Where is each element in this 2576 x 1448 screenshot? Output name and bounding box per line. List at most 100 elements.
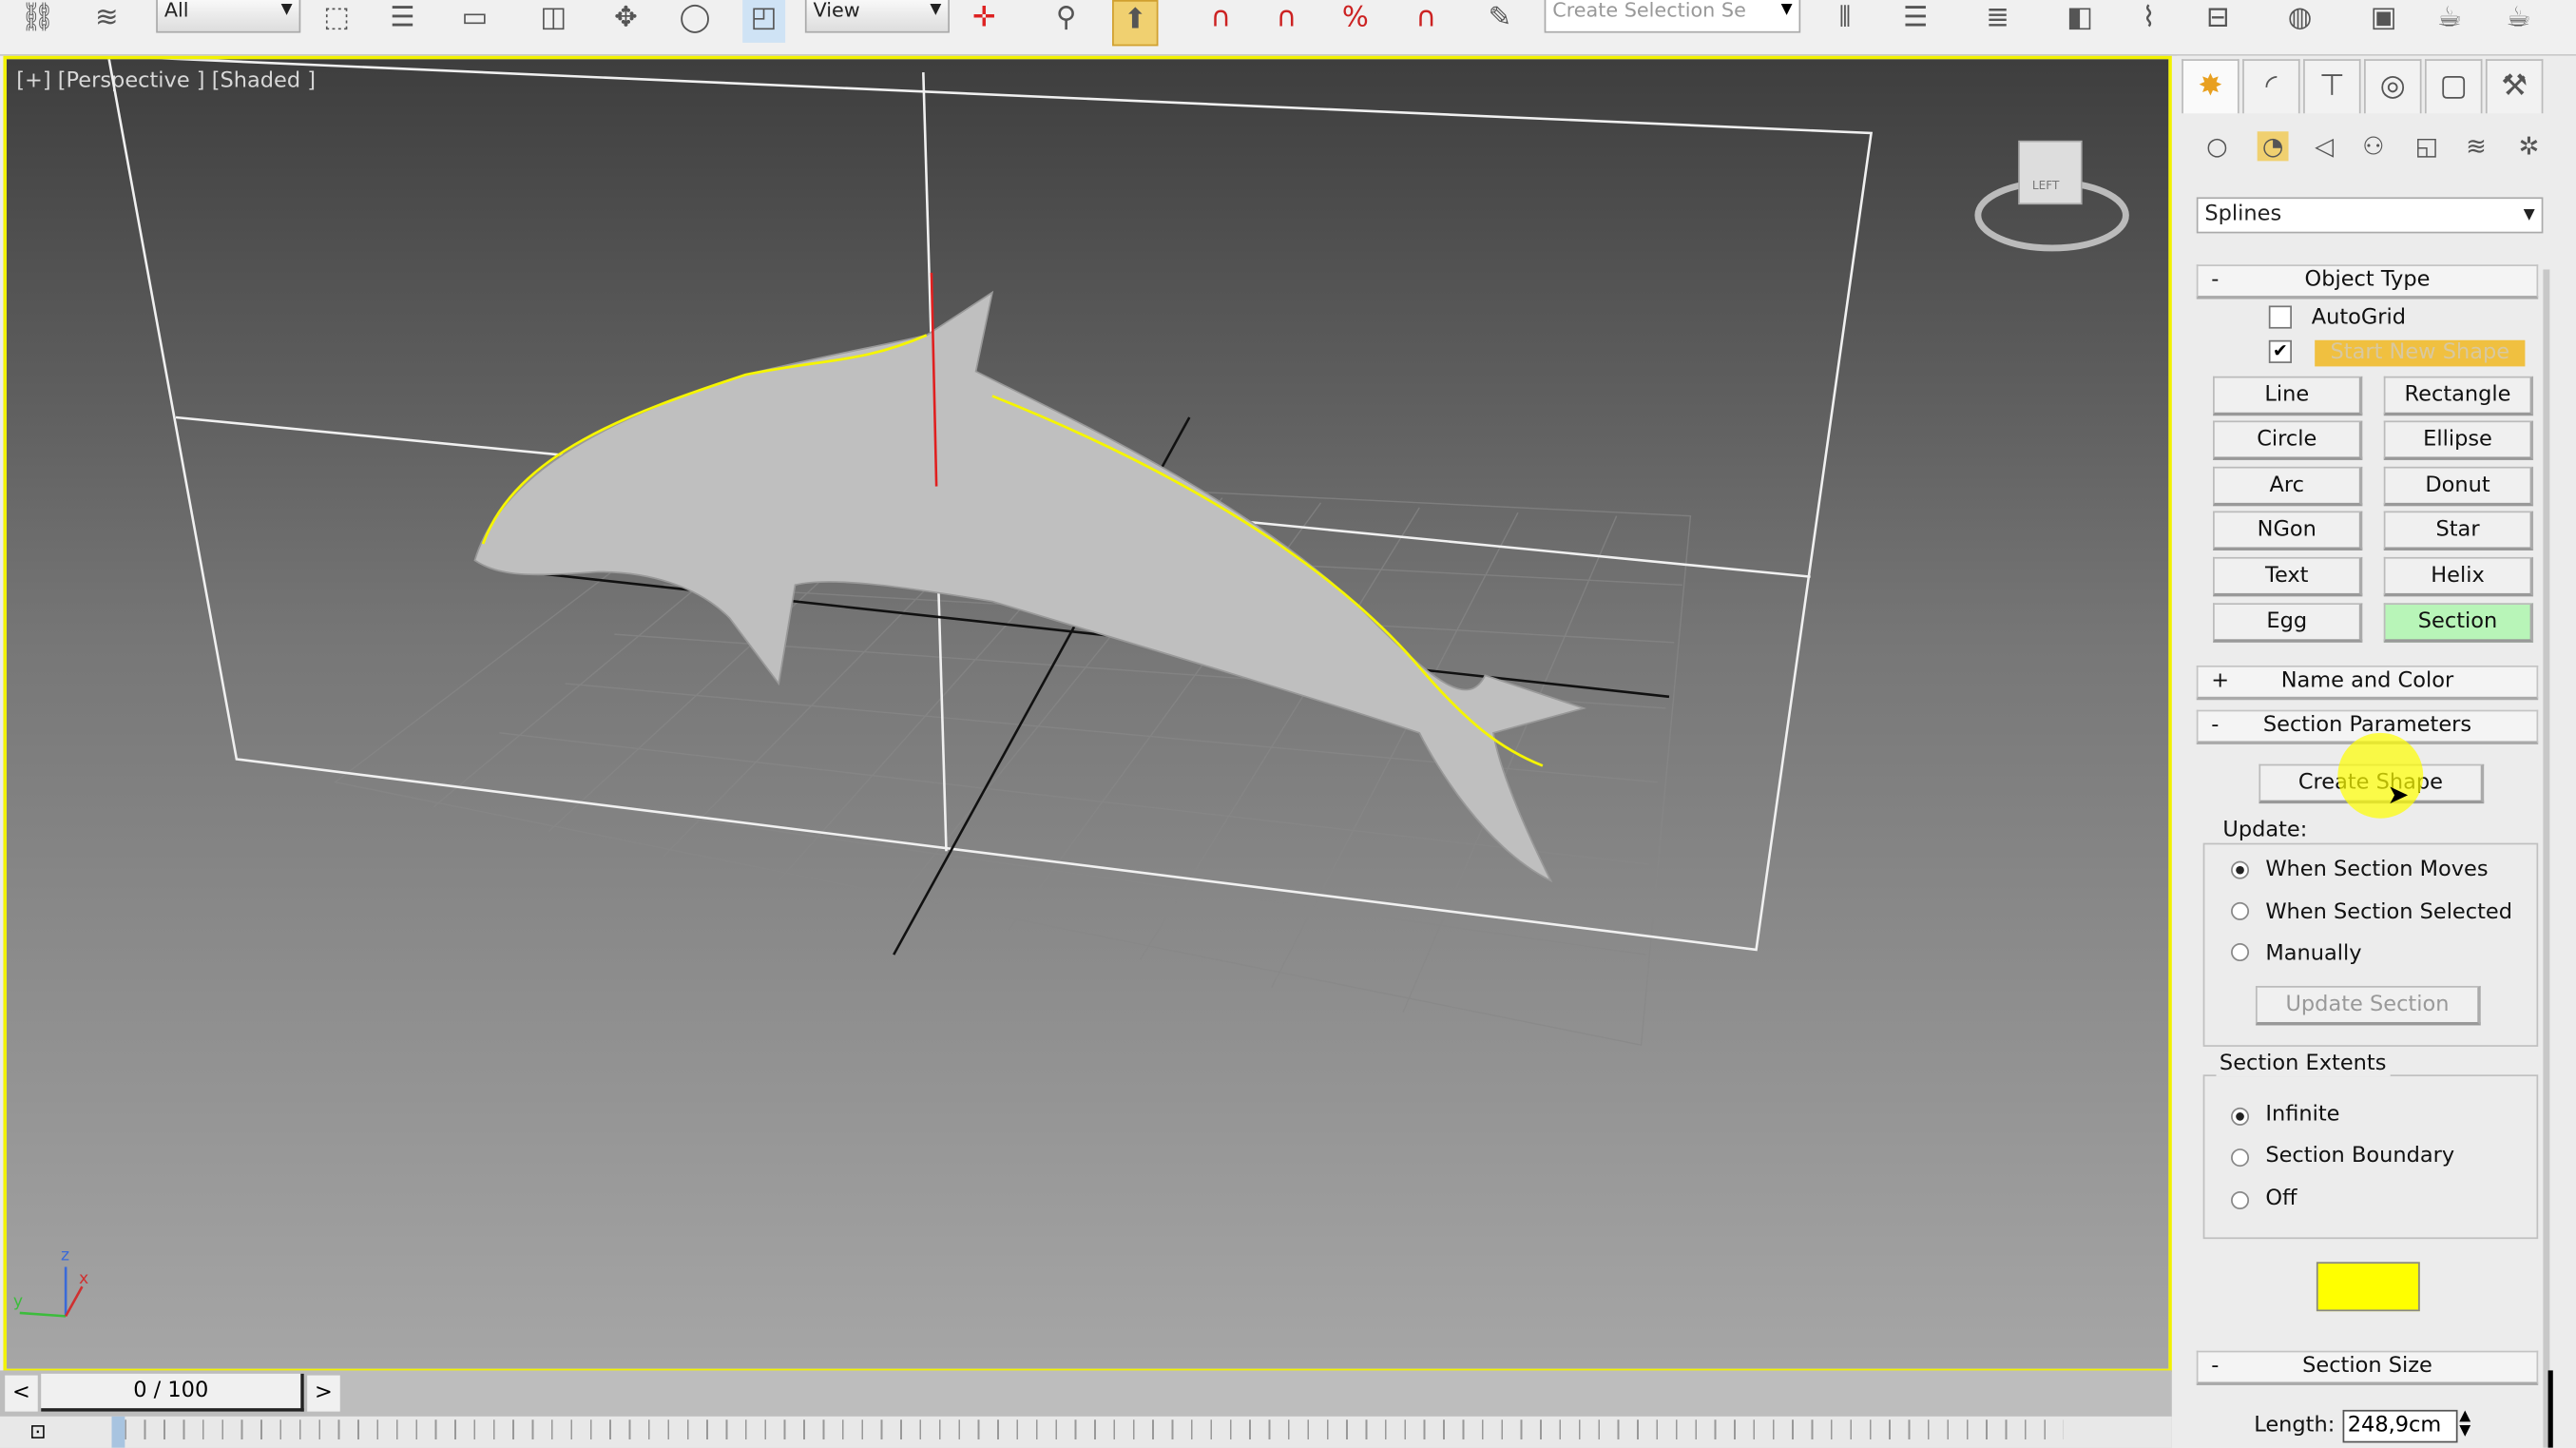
rectangle-button[interactable]: Rectangle [2383,376,2534,416]
autogrid-checkbox[interactable] [2268,305,2292,329]
category-dropdown[interactable]: Splines ▼ [2196,197,2544,234]
section-boundary-radio[interactable] [2231,1149,2250,1168]
time-slider[interactable]: 0 / 100 [41,1373,304,1412]
mouse-cursor-icon: ➤ [2387,779,2410,811]
motion-tab-icon[interactable]: ◎ [2364,59,2422,114]
object-type-rollout-header[interactable]: - Object Type [2196,264,2539,299]
angle-snap-icon[interactable]: ∩ [1265,0,1308,43]
main-toolbar: ⛓ ≋ All ▼ ⬚ ☰ ▭ ◫ ✥ ◯ ◰ View ▼ ✛ ⚲ ⬆ ∩ ∩ %… [0,0,2576,56]
infinite-radio[interactable] [2231,1107,2250,1126]
line-button[interactable]: Line [2213,376,2363,416]
schematic-view-icon[interactable]: ⊟ [2197,0,2240,43]
select-manipulate-icon[interactable]: ⚲ [1045,0,1087,43]
spinner-snap-icon[interactable]: ∩ [1405,0,1448,43]
track-bar[interactable]: ⊡ [0,1416,2172,1448]
render-icon[interactable]: ☕ [2497,0,2540,43]
off-label[interactable]: Off [2265,1187,2297,1211]
expand-icon: + [2211,668,2230,694]
ngon-button[interactable]: NGon [2213,511,2363,550]
update-label: Update: [2219,818,2311,843]
perspective-viewport[interactable]: [+] [Perspective ] [Shaded ] LEFT z y x [3,55,2172,1373]
start-new-shape-checkbox[interactable]: ✔ [2268,339,2292,363]
helix-button[interactable]: Helix [2383,556,2534,597]
modify-tab-icon[interactable]: ◜ [2242,59,2300,114]
donut-button[interactable]: Donut [2383,466,2534,507]
layer-manager-icon[interactable]: ≣ [1976,0,2019,43]
when-section-moves-label[interactable]: When Section Moves [2265,858,2488,882]
length-input[interactable]: 248,9cm [2342,1409,2458,1443]
systems-icon[interactable]: ✲ [2518,131,2539,161]
panel-scrollbar[interactable] [2543,269,2550,1448]
pivot-center-icon[interactable]: ✛ [963,0,1006,43]
next-frame-button[interactable]: > [307,1375,340,1412]
chevron-down-icon: ▼ [2523,206,2535,224]
mirror-icon[interactable]: ⫴ [1823,0,1866,43]
select-object-icon[interactable]: ⬚ [316,0,358,43]
reference-coord-dropdown[interactable]: View ▼ [804,0,950,33]
name-and-color-rollout-header[interactable]: + Name and Color [2196,665,2539,701]
scale-icon[interactable]: ◰ [742,0,786,43]
when-section-selected-label[interactable]: When Section Selected [2265,900,2512,925]
start-new-shape-button[interactable]: Start New Shape [2315,339,2526,367]
when-section-selected-radio[interactable] [2231,901,2250,920]
ellipse-button[interactable]: Ellipse [2383,420,2534,460]
scene-explorer-icon[interactable]: ◧ [2059,0,2102,43]
keyboard-shortcut-override-icon[interactable]: ⬆ [1112,0,1159,47]
utilities-tab-icon[interactable]: ⚒ [2485,59,2544,114]
section-button[interactable]: Section [2383,603,2534,643]
section-color-swatch[interactable] [2316,1262,2420,1312]
window-crossing-icon[interactable]: ◫ [532,0,575,43]
select-and-link-icon[interactable]: ⛓ [16,0,59,43]
panel-scrollbar-thumb[interactable] [2547,1370,2553,1448]
selection-filter-value: All [163,0,189,22]
when-section-moves-radio[interactable] [2231,860,2250,879]
section-boundary-label[interactable]: Section Boundary [2265,1144,2454,1168]
infinite-label[interactable]: Infinite [2265,1103,2339,1128]
prev-frame-button[interactable]: < [5,1375,38,1412]
star-button[interactable]: Star [2383,511,2534,550]
selection-filter-dropdown[interactable]: All ▼ [156,0,301,33]
viewcube-face-label[interactable]: LEFT [2032,179,2060,192]
select-by-name-icon[interactable]: ☰ [381,0,424,43]
lights-icon[interactable]: ◁ [2315,131,2334,161]
cameras-icon[interactable]: ⚇ [2362,131,2384,161]
unlink-icon[interactable]: ≋ [86,0,128,43]
axis-x-label: x [79,1269,88,1288]
text-button[interactable]: Text [2213,556,2363,597]
material-editor-icon[interactable]: ◍ [2278,0,2321,43]
move-icon[interactable]: ✥ [605,0,647,43]
section-size-rollout-header[interactable]: - Section Size [2196,1350,2539,1385]
spacewarps-icon[interactable]: ≋ [2466,131,2487,161]
snaps-toggle-icon[interactable]: ∩ [1200,0,1242,43]
axis-z-label: z [61,1246,69,1265]
arc-button[interactable]: Arc [2213,466,2363,507]
create-tab-icon[interactable]: ✸ [2182,59,2240,114]
update-section-button[interactable]: Update Section [2255,985,2481,1026]
manually-label[interactable]: Manually [2265,941,2361,966]
off-radio[interactable] [2231,1191,2250,1210]
hierarchy-tab-icon[interactable]: ⊤ [2303,59,2361,114]
rectangular-selection-icon[interactable]: ▭ [453,0,496,43]
manually-radio[interactable] [2231,943,2250,962]
helpers-icon[interactable]: ◱ [2415,131,2439,161]
rendered-frame-icon[interactable]: ☕ [2428,0,2470,43]
curve-editor-icon[interactable]: ⌇ [2127,0,2170,43]
egg-button[interactable]: Egg [2213,603,2363,643]
align-icon[interactable]: ☰ [1894,0,1937,43]
named-selection-input[interactable]: Create Selection Se ▼ [1544,0,1801,33]
edit-named-selection-icon[interactable]: ✎ [1478,0,1521,43]
circle-button[interactable]: Circle [2213,420,2363,460]
track-ticks [125,1419,2064,1439]
render-setup-icon[interactable]: ▣ [2362,0,2405,43]
length-spinner-icon[interactable]: ▲ ▼ [2459,1409,2470,1439]
display-tab-icon[interactable]: ▢ [2424,59,2483,114]
geometry-icon[interactable]: ○ [2206,131,2228,161]
current-frame-marker[interactable] [111,1416,125,1448]
rotate-icon[interactable]: ◯ [674,0,717,43]
rollout-title: Object Type [2304,267,2431,293]
chevron-down-icon: ▼ [280,1,293,19]
mini-curve-editor-icon[interactable]: ⊡ [29,1419,46,1442]
percent-snap-icon[interactable]: % [1334,0,1376,43]
viewcube: LEFT [1974,140,2129,252]
shapes-icon[interactable]: ◔ [2257,131,2289,162]
